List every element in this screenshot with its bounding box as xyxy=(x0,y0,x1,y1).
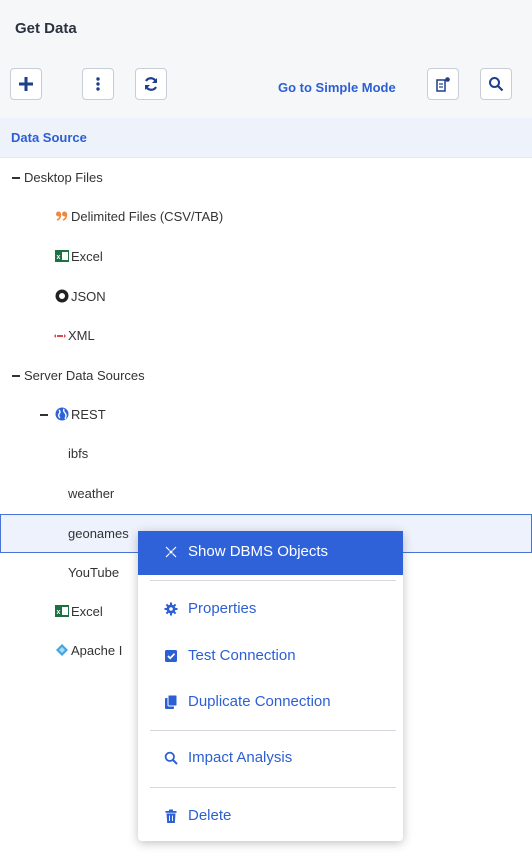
menu-divider xyxy=(150,580,396,581)
tree-label: XML xyxy=(68,328,95,343)
collapse-icon[interactable] xyxy=(40,414,48,416)
menu-item-test-connection[interactable]: Test Connection xyxy=(138,635,403,679)
dbms-objects-icon xyxy=(165,546,177,558)
refresh-button[interactable] xyxy=(135,68,167,100)
trash-icon xyxy=(165,809,177,823)
menu-item-properties[interactable]: Properties xyxy=(138,588,403,632)
tree-item-json[interactable]: JSON xyxy=(0,277,532,316)
globe-icon xyxy=(55,407,69,421)
tree-item-ibfs[interactable]: ibfs xyxy=(0,434,532,473)
excel-icon: x xyxy=(55,250,69,262)
menu-item-label: Delete xyxy=(188,807,232,824)
menu-divider xyxy=(150,730,396,731)
checkbox-icon xyxy=(165,650,177,662)
svg-text:x: x xyxy=(57,254,61,261)
tree-label: Desktop Files xyxy=(24,170,103,185)
tree-node-desktop-files[interactable]: Desktop Files xyxy=(0,158,532,197)
collapse-icon[interactable] xyxy=(12,375,20,377)
tree-item-delimited[interactable]: Delimited Files (CSV/TAB) xyxy=(0,197,532,236)
toolbar: Go to Simple Mode xyxy=(0,58,532,118)
menu-divider xyxy=(150,787,396,788)
menu-item-label: Properties xyxy=(188,600,257,617)
tree-node-rest[interactable]: REST xyxy=(0,395,532,434)
tree-label: JSON xyxy=(71,289,106,304)
view-settings-button[interactable] xyxy=(427,68,459,100)
settings-view-icon xyxy=(436,77,450,92)
search-icon xyxy=(164,751,178,765)
tree-item-xml[interactable]: XML xyxy=(0,316,532,355)
column-header: Data Source xyxy=(0,118,532,158)
more-options-button[interactable] xyxy=(82,68,114,100)
svg-text:x: x xyxy=(57,609,61,616)
tree-label: Server Data Sources xyxy=(24,368,145,383)
search-button[interactable] xyxy=(480,68,512,100)
copy-icon xyxy=(165,695,178,709)
column-label: Data Source xyxy=(11,130,87,145)
tree-item-weather[interactable]: weather xyxy=(0,474,532,513)
tree-label: Excel xyxy=(71,249,103,264)
menu-item-label: Duplicate Connection xyxy=(188,693,331,710)
context-menu: Show DBMS Objects Properties Test Connec… xyxy=(138,531,403,841)
menu-item-impact-analysis[interactable]: Impact Analysis xyxy=(138,737,403,781)
json-icon xyxy=(55,289,69,303)
tree-node-server-sources[interactable]: Server Data Sources xyxy=(0,356,532,395)
menu-item-label: Impact Analysis xyxy=(188,749,293,766)
tree-label: REST xyxy=(71,407,106,422)
tree-label: Excel xyxy=(71,604,103,619)
panel-header: Get Data xyxy=(0,0,532,58)
plus-icon xyxy=(19,77,33,91)
gear-icon xyxy=(164,602,178,616)
tree-label: YouTube xyxy=(68,565,120,580)
xml-icon xyxy=(54,334,66,338)
kebab-icon xyxy=(96,77,100,91)
quote-icon xyxy=(56,211,68,221)
menu-item-show-dbms[interactable]: Show DBMS Objects xyxy=(138,531,403,575)
menu-item-label: Test Connection xyxy=(188,647,296,664)
tree-label: ibfs xyxy=(68,446,89,461)
refresh-icon xyxy=(144,77,158,91)
menu-item-label: Show DBMS Objects xyxy=(188,543,329,560)
tree-label: Delimited Files (CSV/TAB) xyxy=(71,209,224,224)
apache-icon xyxy=(56,644,68,656)
add-button[interactable] xyxy=(10,68,42,100)
tree-label: weather xyxy=(68,486,115,501)
tree-label: Apache I xyxy=(71,643,123,658)
excel-icon: x xyxy=(55,605,69,617)
tree-item-excel[interactable]: x Excel xyxy=(0,237,532,276)
collapse-icon[interactable] xyxy=(12,177,20,179)
panel-title: Get Data xyxy=(15,20,77,37)
simple-mode-link[interactable]: Go to Simple Mode xyxy=(278,80,396,95)
menu-item-duplicate-connection[interactable]: Duplicate Connection xyxy=(138,681,403,725)
menu-item-delete[interactable]: Delete xyxy=(138,795,403,839)
search-icon xyxy=(489,77,504,92)
tree-label: geonames xyxy=(68,526,129,541)
